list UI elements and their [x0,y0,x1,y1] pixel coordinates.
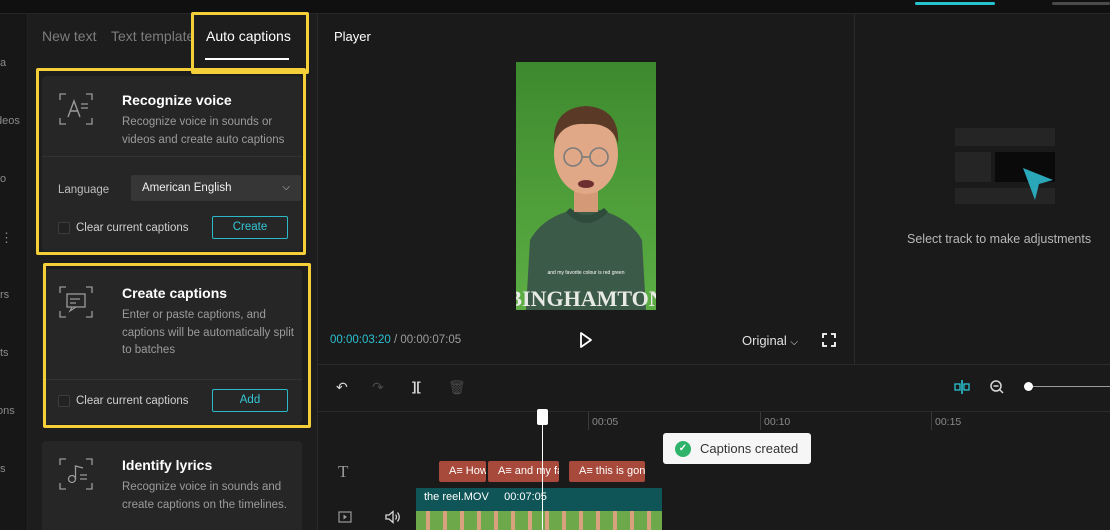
delete-icon[interactable]: 🗑 [448,379,466,396]
select-track-illustration-icon [955,128,1055,204]
timecode: 00:00:03:20 / 00:00:07:05 [330,334,461,346]
video-clip[interactable]: the reel.MOV 00:07:05 [416,488,662,530]
ruler-tick-line [588,412,589,430]
card-description: Recognize voice in sounds or videos and … [122,116,285,146]
rail-item[interactable]: ts [0,347,9,359]
language-value: American English [142,182,232,194]
rail-item[interactable]: a [0,57,6,69]
chevron-down-icon: ⌵ [790,337,799,348]
ruler-tick: 00:05 [592,416,619,428]
clear-captions-checkbox[interactable]: Clear current captions [58,222,189,234]
ruler-tick-line [931,412,932,430]
redo-icon[interactable]: ↷ [372,379,384,396]
time-separator: / [393,334,398,346]
split-icon[interactable]: ][ [412,379,421,394]
playhead-line[interactable] [542,411,543,530]
language-select[interactable]: American English ⌵ [131,175,301,201]
zoom-out-icon[interactable] [989,379,1005,395]
identify-lyrics-card[interactable]: Identify lyrics Recognize voice in sound… [42,441,302,530]
language-label: Language [58,184,110,196]
toast-message: Captions created [700,441,799,456]
video-preview[interactable]: and my favorite colour is red green BING… [516,62,656,310]
clear-captions-label: Clear current captions [76,222,189,234]
player-title: Player [334,29,371,44]
timeline-panel: ↶ ↷ ][ 🗑 00:05 00:10 00:15 T A≡ How A≡ a… [318,364,1110,530]
time-ruler[interactable]: 00:05 00:10 00:15 [318,411,1110,431]
play-button[interactable] [578,331,594,349]
player-panel: Player and my favorite colour is red gre… [318,14,854,364]
checkbox-box[interactable] [58,222,70,234]
magnet-snap-icon[interactable] [954,380,970,394]
card-title: Recognize voice [122,92,232,108]
divider [42,379,302,380]
card-description: Recognize voice in sounds and create cap… [122,481,287,511]
text-recognition-icon [58,92,94,126]
music-note-icon [58,457,94,491]
rail-item[interactable]: s [0,463,6,475]
caption-clip[interactable]: A≡ this is gon [569,461,645,482]
volume-icon[interactable] [385,510,401,524]
playhead-handle[interactable] [537,409,548,425]
zoom-slider-handle[interactable] [1024,382,1033,391]
card-title: Identify lyrics [122,457,213,473]
caption-clip[interactable]: A≡ How [439,461,486,482]
ruler-tick-line [760,412,761,430]
select-track-message: Select track to make adjustments [907,232,1092,246]
clear-captions-label: Clear current captions [76,395,189,407]
video-clip-label: the reel.MOV 00:07:05 [424,491,547,503]
adjust-panel: Select track to make adjustments [854,14,1110,364]
caption-box-icon [58,285,94,319]
captions-created-toast: ✓ Captions created [663,433,811,464]
ratio-dropdown[interactable]: Original ⌵ [742,333,798,348]
video-clip-duration: 00:07:05 [504,491,547,503]
panel-tabs: New text Text template Auto captions [28,14,318,62]
current-time: 00:00:03:20 [330,334,391,346]
play-icon [580,332,592,348]
app-root: a deos o ⋮ rs ts ons s New text Text tem… [0,0,1110,530]
left-rail: a deos o ⋮ rs ts ons s [0,14,28,530]
create-captions-card: Create captions Enter or paste captions,… [42,269,302,424]
active-tab-underline [205,58,289,60]
text-track-icon: T [338,462,349,481]
video-track-icon [338,511,352,523]
card-description: Enter or paste captions, and captions wi… [122,309,294,356]
top-bar [0,0,1110,14]
caption-clip[interactable]: A≡ and my fa [488,461,559,482]
ruler-tick: 00:10 [764,416,791,428]
ratio-label: Original [742,333,787,348]
zoom-slider-track[interactable] [1026,386,1110,387]
recognize-voice-card: Recognize voice Recognize voice in sound… [42,76,302,251]
video-clip-name: the reel.MOV [424,491,489,503]
text-panel: New text Text template Auto captions Rec… [28,14,318,530]
rail-item[interactable]: rs [0,289,9,301]
rail-item[interactable]: ons [0,405,15,417]
ruler-tick: 00:15 [935,416,962,428]
rail-item-marker: ⋮ [0,230,13,245]
tab-auto-captions[interactable]: Auto captions [206,28,291,44]
video-thumbnails [416,511,662,530]
rail-item[interactable]: deos [0,115,20,127]
fullscreen-button[interactable] [822,333,836,347]
chevron-down-icon: ⌵ [282,182,290,193]
video-caption-text: and my favorite colour is red green [548,270,625,276]
add-button[interactable]: Add [212,389,288,412]
divider [42,156,302,157]
shirt-text: BINGHAMTON [516,286,656,310]
video-frame: and my favorite colour is red green BING… [516,62,656,310]
checkbox-box[interactable] [58,395,70,407]
rail-item[interactable]: o [0,173,6,185]
tab-text-template[interactable]: Text template [111,28,194,44]
inactive-indicator [1052,2,1110,5]
undo-icon[interactable]: ↶ [336,379,348,396]
check-circle-icon: ✓ [675,440,691,457]
fullscreen-icon [822,333,836,347]
active-indicator [915,2,995,5]
tab-new-text[interactable]: New text [42,28,96,44]
clear-captions-checkbox[interactable]: Clear current captions [58,395,189,407]
total-time: 00:00:07:05 [400,334,462,346]
card-title: Create captions [122,285,228,301]
create-button[interactable]: Create [212,216,288,239]
